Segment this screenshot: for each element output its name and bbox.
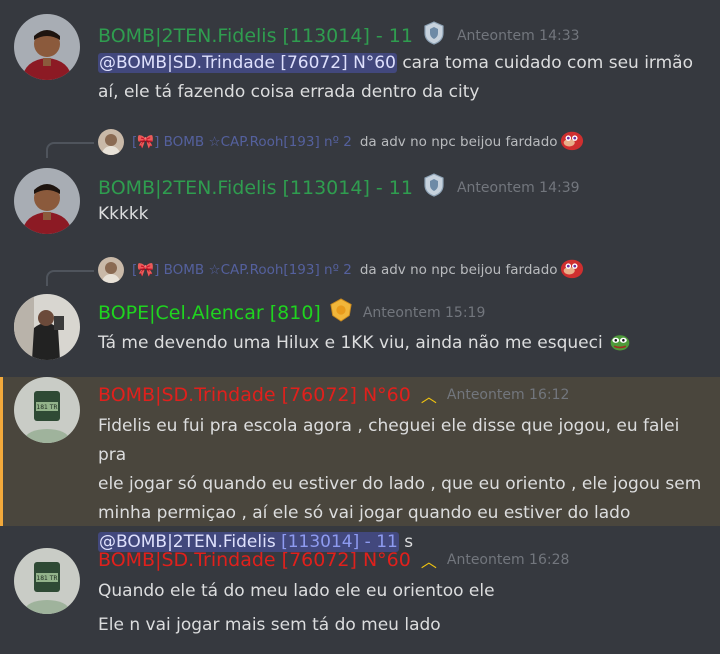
timestamp: Anteontem 16:12 <box>446 387 570 403</box>
message-text: ele jogar só quando eu estiver do lado ,… <box>98 474 702 494</box>
chevron-up-icon: ︿ <box>420 387 437 406</box>
avatar[interactable] <box>14 377 80 443</box>
avatar[interactable] <box>14 14 80 80</box>
reply-connector <box>46 270 94 286</box>
message-text: Tá me devendo uma Hilux e 1KK viu, ainda… <box>98 333 603 353</box>
timestamp: Anteontem 15:19 <box>362 304 486 321</box>
reply-author: [🎀] BOMB ☆CAP.Rooh[193] nº 2 <box>132 134 352 150</box>
shield-badge-icon <box>421 172 447 203</box>
shield-badge-icon <box>421 20 447 51</box>
message-text: Fidelis eu fui pra escola agora , chegue… <box>98 416 680 465</box>
message-content: Fidelis eu fui pra escola agora , chegue… <box>98 412 708 557</box>
message: BOMB|2TEN.Fidelis [113014] - 11 Anteonte… <box>0 0 720 120</box>
reply-text: da adv no npc beijou fardado <box>359 262 558 278</box>
message-header: BOMB|2TEN.Fidelis [113014] - 11 Anteonte… <box>98 172 580 203</box>
message-text: minha permiçao , aí ele só vai jogar qua… <box>98 503 631 523</box>
message-highlighted: BOMB|SD.Trindade [76072] N°60 ︿ Anteonte… <box>0 377 720 552</box>
message-content: Quando ele tá do meu lado ele eu oriento… <box>98 577 708 606</box>
chevron-up-icon: ︿ <box>420 552 437 571</box>
reply-text: da adv no npc beijou fardado <box>359 134 558 150</box>
timestamp: Anteontem 16:28 <box>446 552 570 568</box>
avatar[interactable] <box>14 294 80 360</box>
gold-badge-icon <box>329 298 353 327</box>
knuckles-emoji-icon <box>560 256 584 284</box>
message-text: Quando ele tá do meu lado ele eu oriento… <box>98 581 495 601</box>
message-text: Kkkkk <box>98 204 149 224</box>
message-text: Ele n vai jogar mais sem tá do meu lado <box>98 615 441 635</box>
message-header: BOMB|SD.Trindade [76072] N°60 ︿ Anteonte… <box>98 548 569 572</box>
message-content: Kkkkk <box>98 200 708 229</box>
reply-author: [🎀] BOMB ☆CAP.Rooh[193] nº 2 <box>132 262 352 278</box>
reply-connector <box>46 142 94 158</box>
author-name[interactable]: BOMB|2TEN.Fidelis [113014] - 11 <box>98 25 413 47</box>
author-name[interactable]: BOPE|Cel.Alencar [810] <box>98 302 321 324</box>
reply-avatar <box>98 129 124 155</box>
avatar[interactable] <box>14 168 80 234</box>
avatar[interactable] <box>14 548 80 614</box>
message: BOMB|SD.Trindade [76072] N°60 ︿ Anteonte… <box>0 538 720 654</box>
message-text: aí, ele tá fazendo coisa errada dentro d… <box>98 82 480 102</box>
knuckles-emoji-icon <box>560 128 584 156</box>
message-text: cara toma cuidado com seu irmão <box>396 53 693 73</box>
reply-preview[interactable]: [🎀] BOMB ☆CAP.Rooh[193] nº 2 da adv no n… <box>98 257 584 283</box>
reply-preview[interactable]: [🎀] BOMB ☆CAP.Rooh[193] nº 2 da adv no n… <box>98 129 584 155</box>
timestamp: Anteontem 14:33 <box>456 27 580 44</box>
pepe-emoji-icon <box>608 331 632 363</box>
message: [🎀] BOMB ☆CAP.Rooh[193] nº 2 da adv no n… <box>0 248 720 373</box>
message-content: Ele n vai jogar mais sem tá do meu lado <box>98 611 708 640</box>
message-content: @BOMB|SD.Trindade [76072] N°60 cara toma… <box>98 49 708 107</box>
message-header: BOMB|SD.Trindade [76072] N°60 ︿ Anteonte… <box>98 383 569 407</box>
author-name[interactable]: BOMB|2TEN.Fidelis [113014] - 11 <box>98 177 413 199</box>
message-header: BOMB|2TEN.Fidelis [113014] - 11 Anteonte… <box>98 20 580 51</box>
message-header: BOPE|Cel.Alencar [810] Anteontem 15:19 <box>98 298 485 327</box>
author-name[interactable]: BOMB|SD.Trindade [76072] N°60 <box>98 384 411 406</box>
user-mention[interactable]: @BOMB|SD.Trindade [76072] N°60 <box>98 53 397 73</box>
message-content: Tá me devendo uma Hilux e 1KK viu, ainda… <box>98 329 708 363</box>
author-name[interactable]: BOMB|SD.Trindade [76072] N°60 <box>98 549 411 571</box>
message: [🎀] BOMB ☆CAP.Rooh[193] nº 2 da adv no n… <box>0 120 720 240</box>
reply-avatar <box>98 257 124 283</box>
timestamp: Anteontem 14:39 <box>456 179 580 196</box>
